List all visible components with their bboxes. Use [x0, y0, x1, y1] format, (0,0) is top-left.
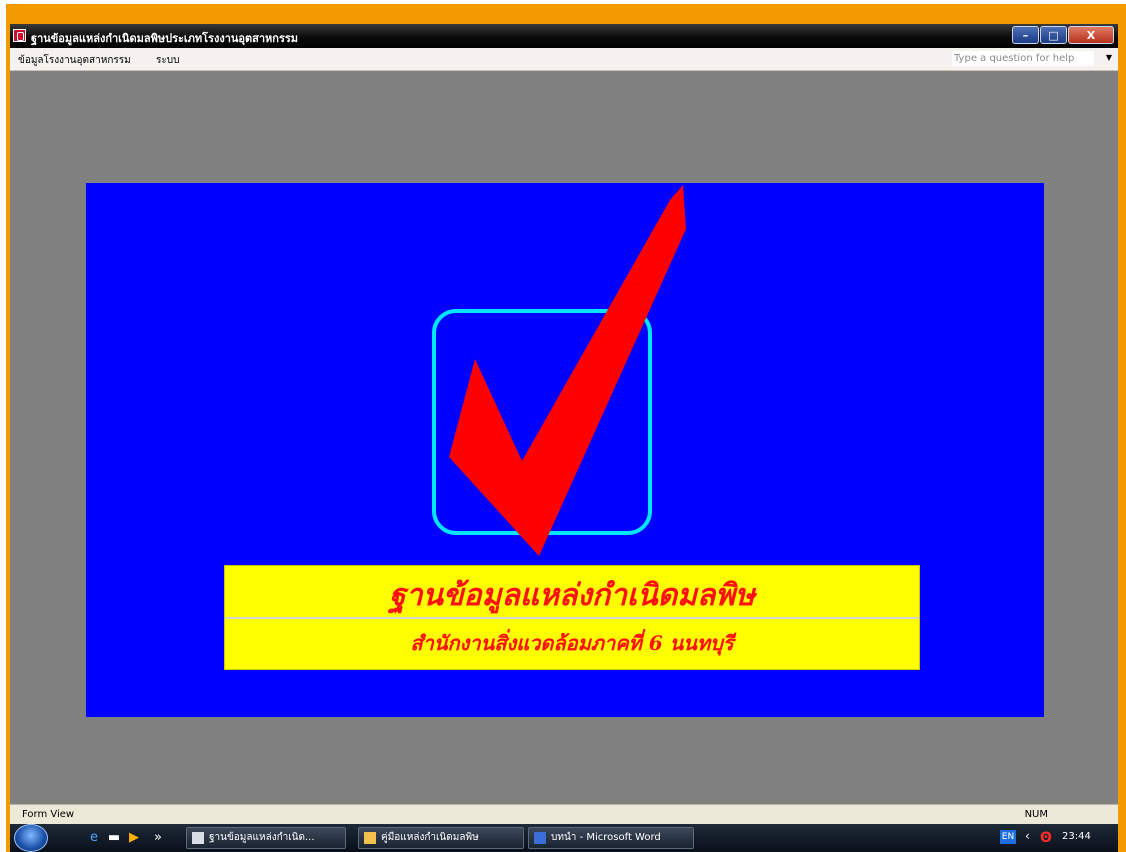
- status-num: NUM: [1024, 809, 1048, 820]
- panel-divider: [225, 617, 919, 619]
- taskbar-access-label: ฐานข้อมูลแหล่งกำเนิด...: [209, 832, 315, 843]
- status-bar: Form View NUM: [10, 804, 1118, 825]
- quick-launch-more[interactable]: »: [150, 830, 166, 846]
- splash-subtitle: สำนักงานสิ่งแวดล้อมภาคที่ 6 นนทบุรี: [410, 631, 734, 655]
- form-area: ฐานข้อมูลแหล่งกำเนิดมลพิษ สำนักงานสิ่งแว…: [10, 71, 1118, 803]
- splash-panel: ฐานข้อมูลแหล่งกำเนิดมลพิษ สำนักงานสิ่งแว…: [86, 183, 1044, 717]
- taskbar-word-label: บทนำ - Microsoft Word: [551, 832, 661, 843]
- clock[interactable]: 23:44: [1062, 831, 1091, 842]
- title-bar[interactable]: ฐานข้อมูลแหล่งกำเนิดมลพิษประเภทโรงงานอุต…: [10, 24, 1118, 48]
- media-icon[interactable]: ▶: [126, 830, 142, 846]
- menu-system[interactable]: ระบบ: [156, 53, 179, 68]
- menu-factory-data[interactable]: ข้อมูลโรงงานอุตสาหกรรม: [18, 53, 131, 68]
- close-button[interactable]: X: [1068, 26, 1114, 44]
- splash-title: ฐานข้อมูลแหล่งกำเนิดมลพิษ: [389, 578, 755, 613]
- antivirus-tray-icon[interactable]: Ꙩ: [1040, 830, 1056, 846]
- title-panel: ฐานข้อมูลแหล่งกำเนิดมลพิษ สำนักงานสิ่งแว…: [224, 565, 920, 670]
- menu-bar: ข้อมูลโรงงานอุตสาหกรรม ระบบ Type a quest…: [10, 48, 1118, 71]
- start-button[interactable]: [14, 824, 48, 852]
- access-app-icon[interactable]: [13, 29, 26, 42]
- word-icon: [534, 832, 546, 844]
- taskbar-folder-button[interactable]: คู่มือแหล่งกำเนิดมลพิษ: [358, 827, 524, 849]
- folder-icon: [364, 832, 376, 844]
- access-window: ฐานข้อมูลแหล่งกำเนิดมลพิษประเภทโรงงานอุต…: [10, 24, 1118, 825]
- minimize-button[interactable]: –: [1012, 26, 1039, 44]
- desktop-icon[interactable]: ▬: [106, 830, 122, 846]
- maximize-button[interactable]: □: [1040, 26, 1067, 44]
- taskbar: e ▬ ▶ » ฐานข้อมูลแหล่งกำเนิด... คู่มือแห…: [10, 824, 1118, 852]
- help-search-input[interactable]: Type a question for help: [952, 51, 1094, 66]
- tray-expand-icon[interactable]: ‹: [1025, 829, 1030, 843]
- status-view: Form View: [22, 809, 75, 820]
- taskbar-word-button[interactable]: บทนำ - Microsoft Word: [528, 827, 694, 849]
- taskbar-access-button[interactable]: ฐานข้อมูลแหล่งกำเนิด...: [186, 827, 346, 849]
- ie-icon[interactable]: e: [86, 830, 102, 846]
- taskbar-folder-label: คู่มือแหล่งกำเนิดมลพิษ: [381, 832, 479, 843]
- language-indicator[interactable]: EN: [1000, 830, 1016, 844]
- access-doc-icon: [192, 832, 204, 844]
- window-controls: – □ X: [1011, 26, 1114, 44]
- help-dropdown-icon[interactable]: ▼: [1106, 53, 1112, 62]
- window-title: ฐานข้อมูลแหล่งกำเนิดมลพิษประเภทโรงงานอุต…: [31, 32, 299, 45]
